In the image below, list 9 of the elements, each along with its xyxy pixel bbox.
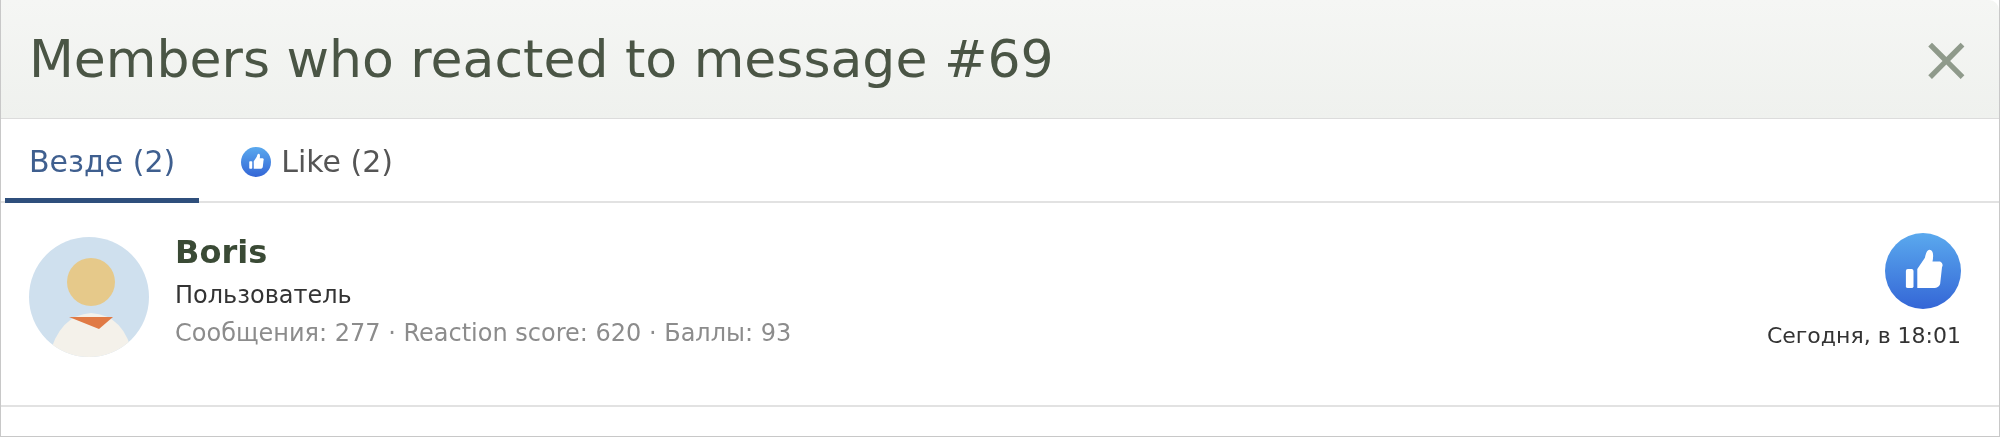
- member-name[interactable]: Boris: [175, 233, 1767, 271]
- tab[interactable]: Like (2): [217, 119, 418, 203]
- dialog-title: Members who reacted to message #69: [29, 29, 1054, 89]
- like-icon: [241, 146, 272, 177]
- reaction-time: Сегодня, в 18:01: [1766, 323, 1961, 348]
- like-icon: [1885, 233, 1961, 309]
- tab[interactable]: Везде (2): [5, 119, 200, 203]
- member-role: Пользователь: [175, 281, 353, 309]
- member-stats: Сообщения: 277 · Reaction score: 620 · Баллы: 93: [175, 319, 793, 347]
